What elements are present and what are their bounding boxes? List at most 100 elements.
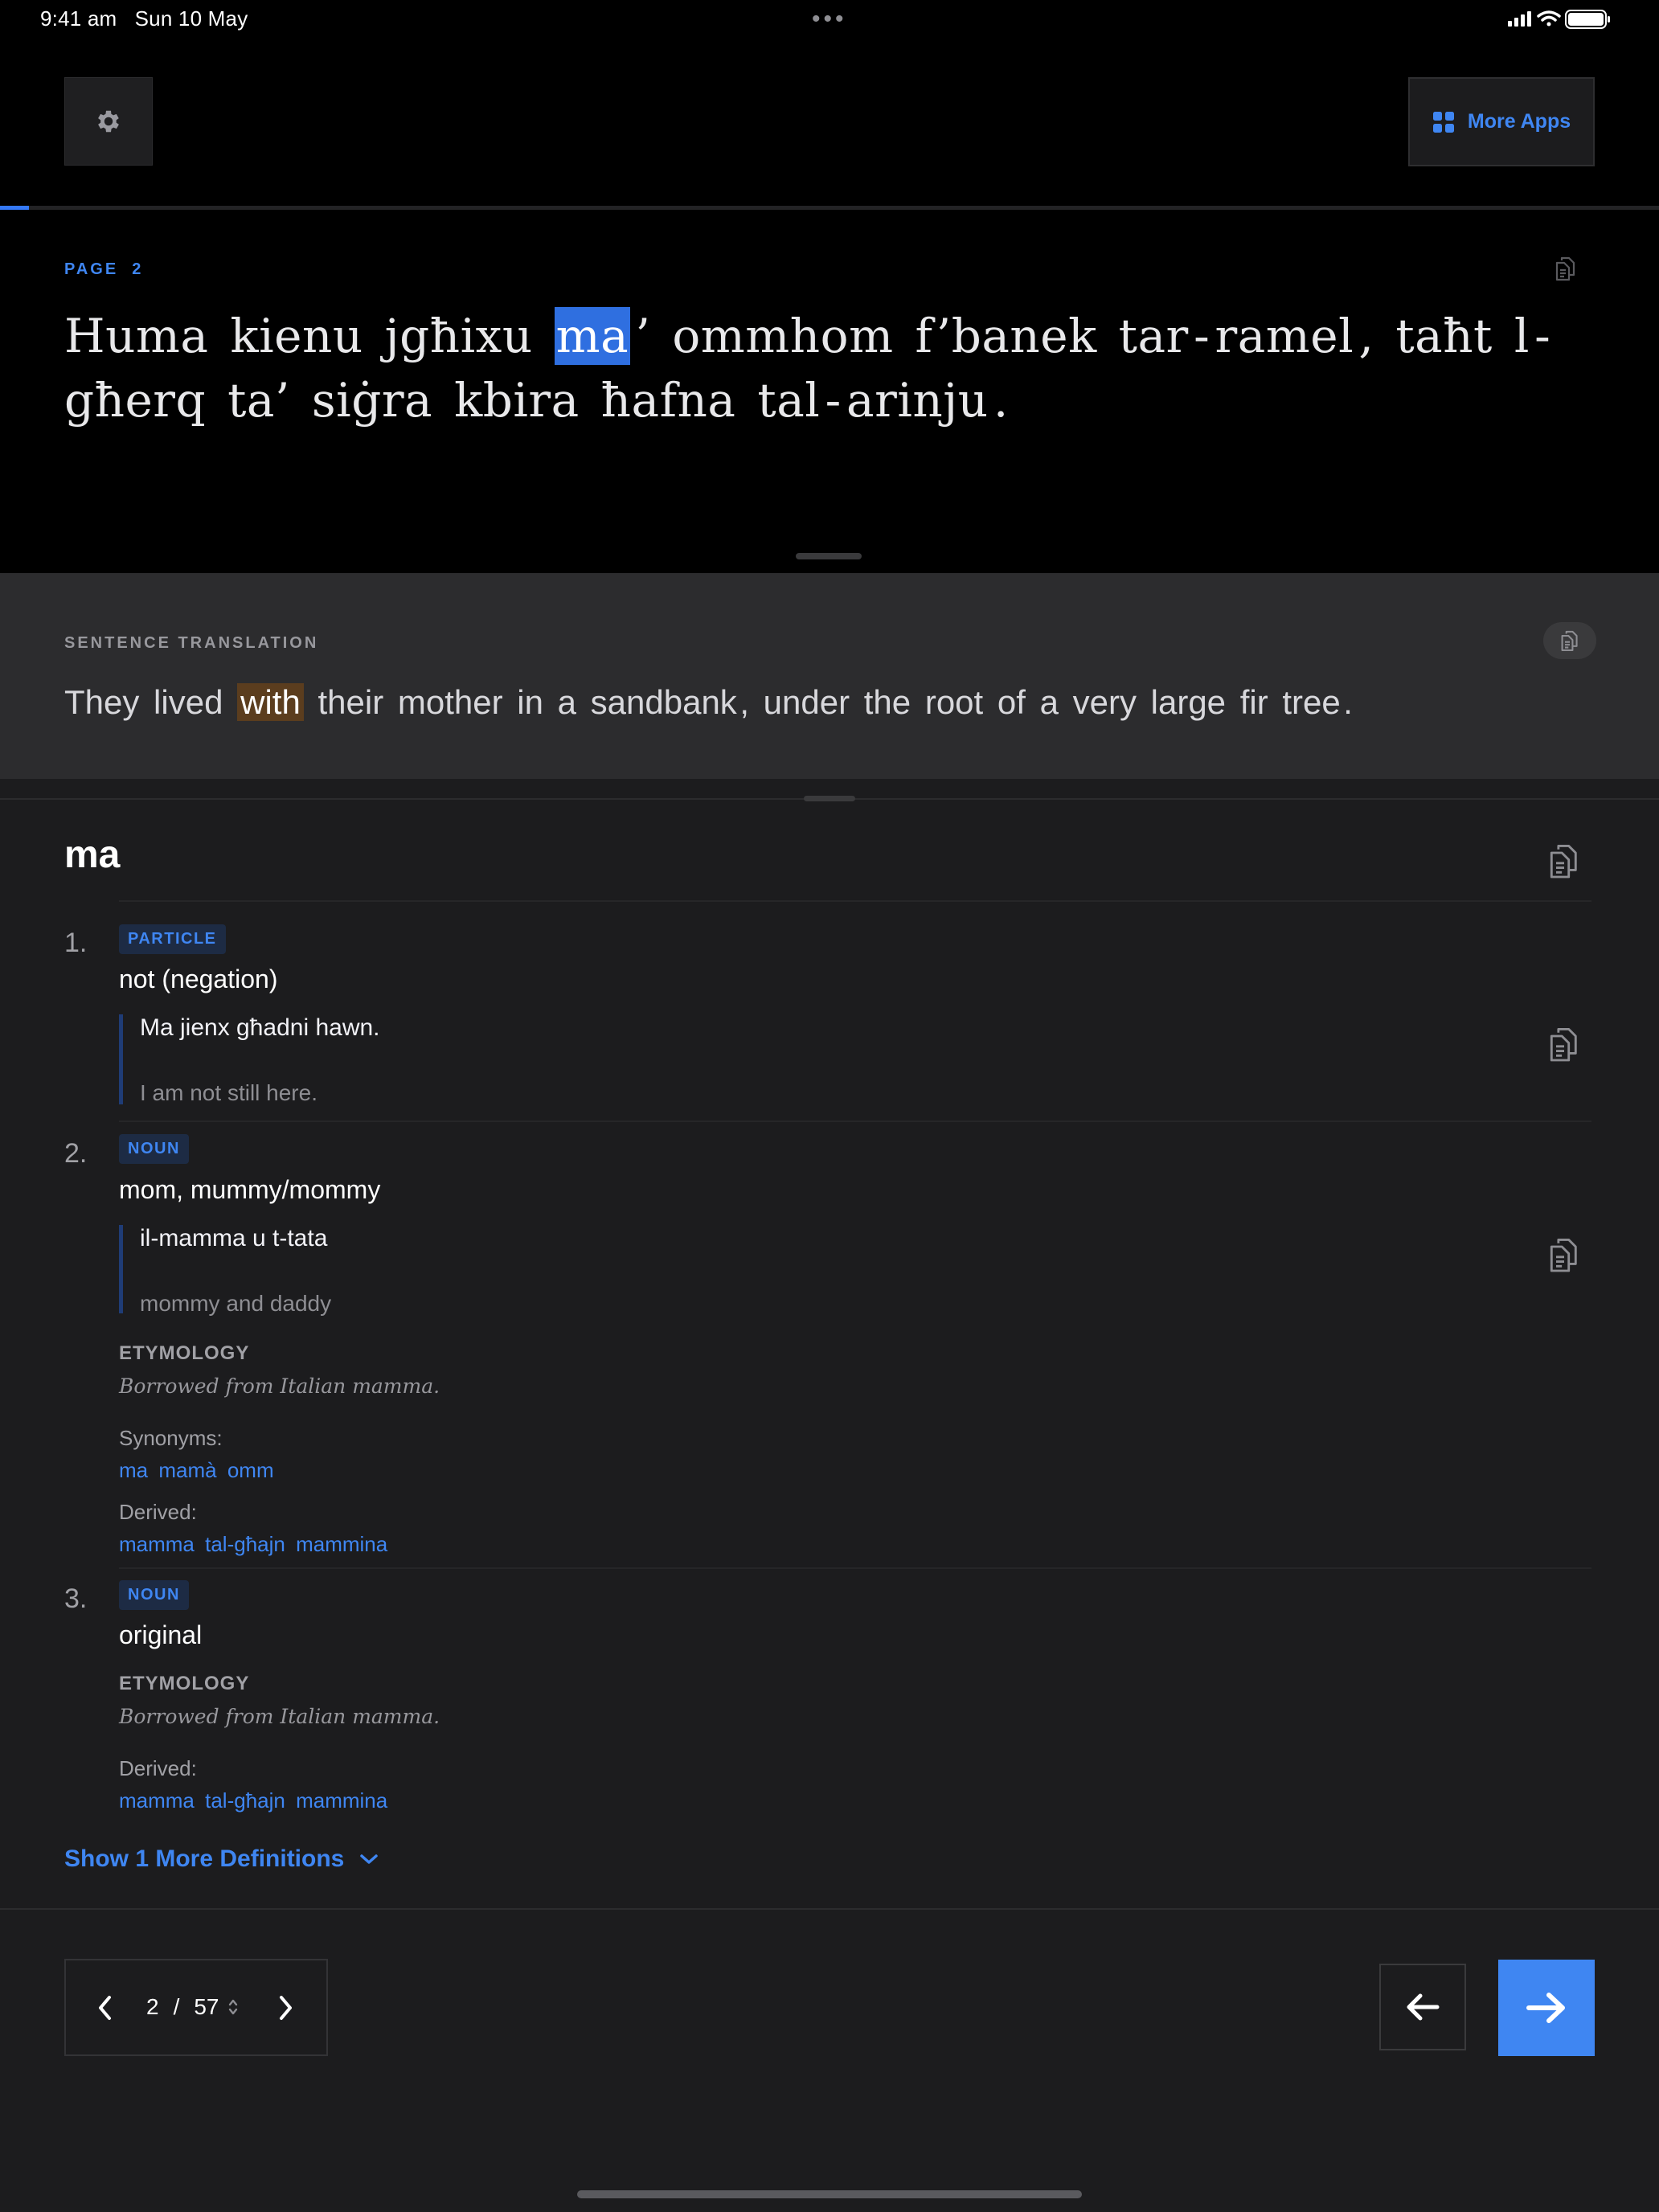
example-text: Ma jienx għadni hawn. [140, 1014, 380, 1041]
derived-link[interactable]: mamma tal-għajn [119, 1788, 285, 1813]
sentence-word[interactable]: sandbank [591, 683, 737, 721]
chevron-left-icon [99, 1996, 111, 2020]
reader-panel: 9:41 am Sun 10 May ••• More Apps PAGE 2 … [0, 0, 1659, 573]
sentence-word[interactable]: taħt [1395, 309, 1493, 363]
derived-list: mamma tal-għajn mammina [119, 1788, 387, 1813]
signal-icon [1508, 11, 1531, 27]
sentence-word[interactable]: tree [1282, 683, 1340, 721]
multitasking-dots[interactable]: ••• [812, 7, 847, 31]
sentence-word[interactable]: ta’ [227, 373, 290, 428]
etymology-label: ETYMOLOGY [119, 1342, 250, 1364]
example-translation: mommy and daddy [140, 1291, 332, 1316]
selected-word[interactable]: ma [554, 307, 631, 365]
sentence-word[interactable]: ramel [1215, 309, 1354, 363]
resize-handle[interactable] [796, 553, 862, 559]
sentence-word[interactable]: under [764, 683, 850, 721]
example-text: il-mamma u t-tata [140, 1225, 328, 1251]
copy-sentence-button[interactable] [1555, 256, 1577, 281]
sentence-word[interactable]: f’banek [916, 309, 1097, 363]
sentence-word[interactable]: - [1194, 309, 1210, 363]
copy-icon [1550, 845, 1577, 879]
derived-link[interactable]: mamma tal-għajn [119, 1532, 285, 1556]
sentence-word[interactable]: kbira [454, 373, 580, 428]
pos-badge: PARTICLE [119, 924, 226, 954]
sentence-word[interactable]: ommhom [672, 309, 893, 363]
sentence-word[interactable]: Huma [64, 309, 209, 363]
sentence-word[interactable]: a [1040, 683, 1059, 721]
sentence-word[interactable]: . [993, 373, 1009, 428]
sentence-word[interactable]: large [1151, 683, 1226, 721]
copy-example-button[interactable] [1548, 1236, 1580, 1273]
page-label: PAGE 2 [64, 260, 144, 278]
sentence-word[interactable]: tal [757, 373, 820, 428]
sentence-word[interactable]: , [1358, 309, 1374, 363]
definition-number: 1. [64, 928, 88, 958]
copy-translation-button[interactable] [1543, 622, 1596, 659]
sentence-word[interactable]: a [558, 683, 576, 721]
show-more-definitions-button[interactable]: Show 1 More Definitions [64, 1845, 379, 1873]
synonym-link[interactable]: mamà [158, 1458, 216, 1482]
grid-icon [1432, 111, 1454, 133]
reading-progress-track [0, 206, 1659, 210]
page-pager: 2 / 57 [64, 1959, 328, 2056]
pos-badge: NOUN [119, 1134, 189, 1164]
dictionary-resize-handle[interactable] [804, 796, 855, 801]
sentence-word[interactable]: tar [1119, 309, 1189, 363]
previous-page-button[interactable] [87, 1989, 124, 2026]
settings-button[interactable] [64, 77, 153, 166]
divider [119, 900, 1591, 902]
synonyms-list: ma mamà omm [119, 1458, 274, 1483]
page-indicator[interactable]: 2 / 57 [146, 1994, 239, 2020]
definition-number: 2. [64, 1138, 88, 1169]
copy-icon [1550, 1028, 1577, 1062]
definition-number: 3. [64, 1583, 88, 1614]
derived-link[interactable]: mammina [296, 1532, 387, 1556]
synonym-link[interactable]: ma [119, 1458, 148, 1482]
sentence-word[interactable]: arinju [846, 373, 989, 428]
definition-gloss: not (negation) [119, 965, 278, 993]
copy-icon [1550, 1239, 1577, 1272]
reading-progress-fill [0, 206, 29, 210]
show-more-label: Show 1 More Definitions [64, 1845, 345, 1872]
sentence-word[interactable]: jgħixu [385, 309, 533, 363]
home-indicator[interactable] [577, 2190, 1082, 2198]
sentence-word[interactable]: their [317, 683, 383, 721]
sentence-word[interactable]: root [925, 683, 983, 721]
example-bar [119, 1225, 123, 1313]
sentence-word[interactable]: lived [154, 683, 223, 721]
sentence-word[interactable]: . [1343, 683, 1353, 721]
gear-icon [98, 110, 119, 133]
more-apps-button[interactable]: More Apps [1408, 77, 1595, 166]
sentence-word[interactable]: siġra [312, 373, 432, 428]
copy-icon [1555, 256, 1575, 281]
previous-sentence-button[interactable] [1379, 1964, 1466, 2050]
sentence-word[interactable]: of [997, 683, 1026, 721]
sentence-word[interactable]: - [1534, 309, 1550, 363]
sentence-word[interactable]: They [64, 683, 139, 721]
next-sentence-button[interactable] [1498, 1960, 1595, 2056]
chevron-up-down-icon [228, 1999, 237, 2015]
sentence-word[interactable]: mother [398, 683, 503, 721]
copy-example-button[interactable] [1548, 1026, 1580, 1063]
sentence-word[interactable]: għerq [64, 373, 206, 428]
synonym-link[interactable]: omm [227, 1458, 274, 1482]
next-page-button[interactable] [267, 1989, 304, 2026]
sentence-word[interactable]: l [1514, 309, 1530, 363]
selected-word[interactable]: with [237, 683, 304, 721]
copy-headword-button[interactable] [1548, 842, 1580, 879]
sentence-word[interactable]: in [517, 683, 543, 721]
sentence-word[interactable]: ’ [636, 309, 651, 363]
sentence-word[interactable]: - [825, 373, 842, 428]
sentence-word[interactable]: very [1073, 683, 1137, 721]
sentence-word[interactable]: , [739, 683, 749, 721]
sentence-word[interactable]: kienu [230, 309, 363, 363]
status-clock: 9:41 am [40, 6, 117, 31]
etymology-label: ETYMOLOGY [119, 1673, 250, 1694]
status-time: 9:41 am Sun 10 May [40, 6, 248, 31]
sentence-word[interactable]: the [864, 683, 911, 721]
derived-link[interactable]: mammina [296, 1788, 387, 1813]
definition-gloss: mom, mummy/mommy [119, 1175, 381, 1204]
sentence-word[interactable]: fir [1240, 683, 1268, 721]
arrow-left-icon [1407, 1993, 1440, 2021]
sentence-word[interactable]: ħafna [601, 373, 736, 428]
